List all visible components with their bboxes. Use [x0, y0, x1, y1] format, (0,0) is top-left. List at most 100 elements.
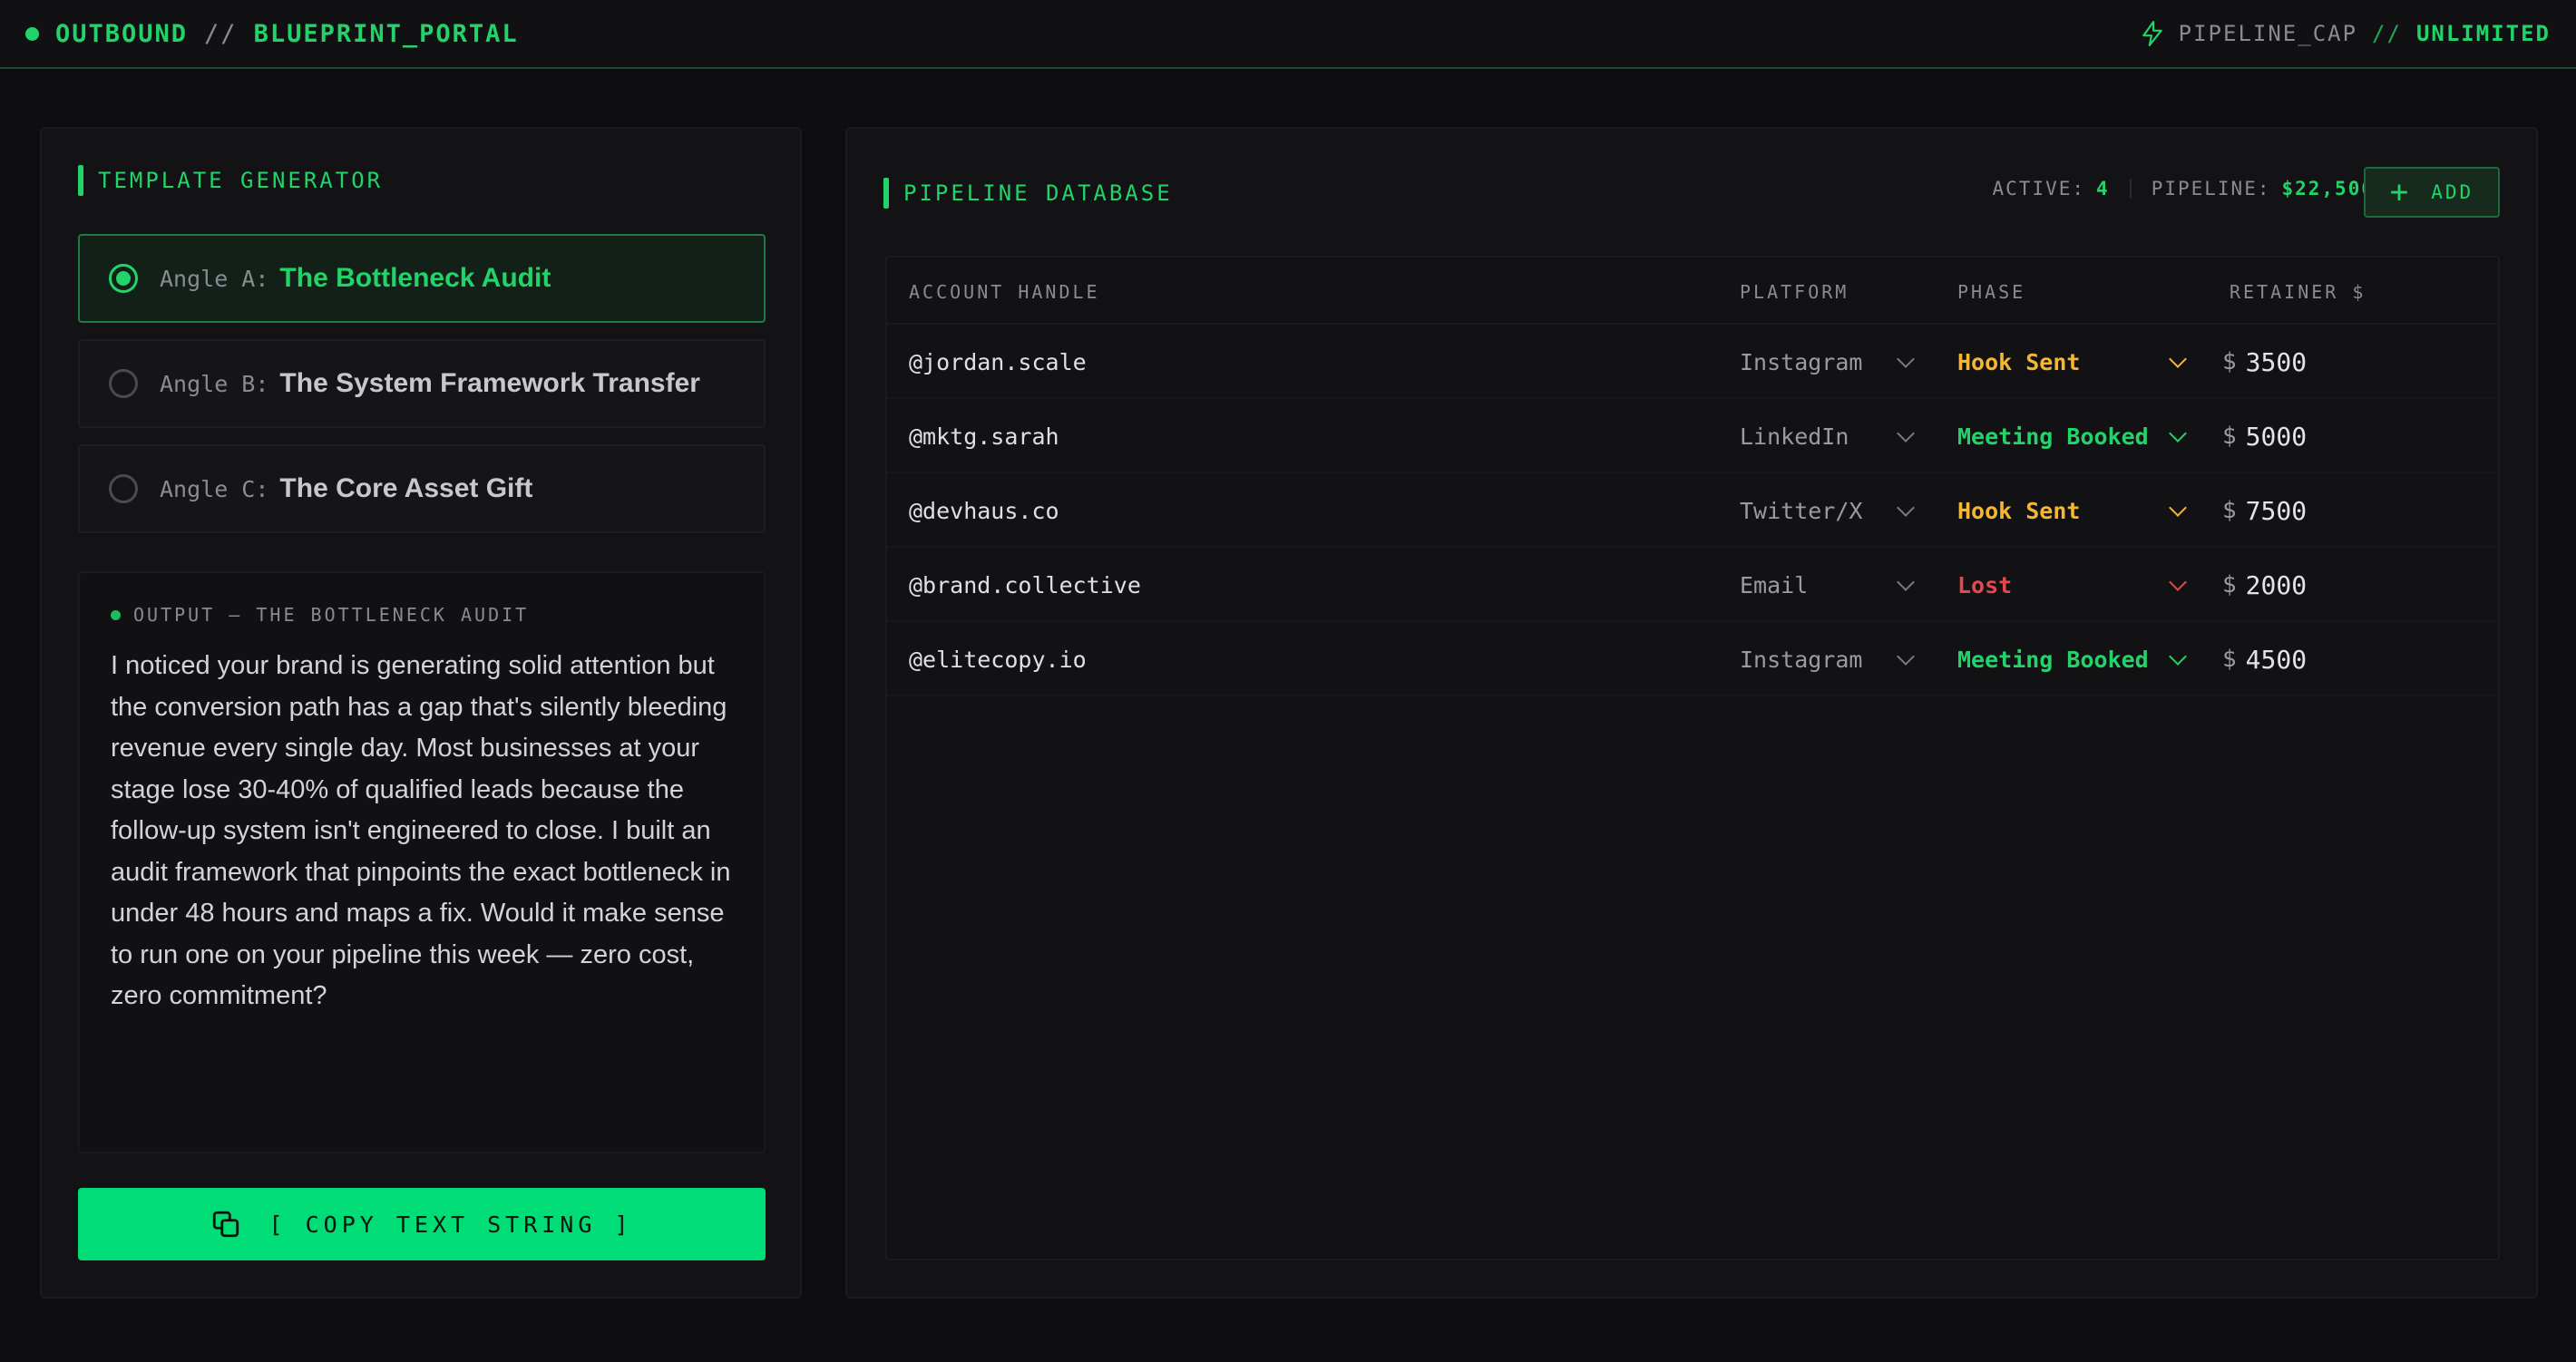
retainer-field[interactable]: $ 5000 [2222, 399, 2307, 473]
status-dot-icon [25, 26, 39, 41]
copy-text-button[interactable]: [ COPY TEXT STRING ] [78, 1188, 766, 1260]
table-row: @mktg.sarah LinkedIn Meeting Booked $ 50… [887, 399, 2498, 473]
retainer-field[interactable]: $ 7500 [2222, 473, 2307, 548]
table-header: ACCOUNT HANDLE PLATFORM PHASE RETAINER $ [887, 258, 2498, 325]
table-row: @jordan.scale Instagram Hook Sent $ 3500 [887, 325, 2498, 399]
currency-symbol: $ [2222, 423, 2237, 450]
brand-right: BLUEPRINT_PORTAL [253, 19, 519, 48]
angle-b-prefix: Angle B: [160, 370, 269, 397]
brand-separator: // [204, 19, 238, 48]
chevron-down-icon [1897, 647, 1915, 666]
platform-value: Instagram [1740, 348, 1863, 375]
platform-select[interactable]: Twitter/X [1740, 473, 1915, 548]
copy-text-button-label: [ COPY TEXT STRING ] [268, 1211, 633, 1238]
column-header-platform[interactable]: PLATFORM [1740, 281, 1849, 303]
retainer-value[interactable]: 2000 [2246, 570, 2307, 600]
angle-b-name: The System Framework Transfer [279, 368, 700, 398]
retainer-field[interactable]: $ 2000 [2222, 548, 2307, 622]
retainer-field[interactable]: $ 3500 [2222, 325, 2307, 399]
output-text[interactable]: I noticed your brand is generating solid… [111, 646, 733, 1017]
template-generator-panel: TEMPLATE GENERATOR Angle A: The Bottlene… [40, 127, 802, 1299]
account-handle[interactable]: @mktg.sarah [909, 399, 1059, 473]
angle-b-option[interactable]: Angle B: The System Framework Transfer [78, 339, 766, 428]
platform-select[interactable]: LinkedIn [1740, 399, 1915, 473]
output-status-dot-icon [111, 609, 121, 620]
angle-a-name: The Bottleneck Audit [279, 263, 551, 293]
output-header: OUTPUT — THE BOTTLENECK AUDIT [111, 604, 733, 626]
phase-value: Meeting Booked [1957, 423, 2149, 450]
pipeline-database-title-text: PIPELINE DATABASE [903, 180, 1173, 206]
template-generator-title: TEMPLATE GENERATOR [78, 165, 383, 196]
radio-unselected-icon[interactable] [109, 369, 138, 398]
pipeline-cap-label: PIPELINE_CAP [2178, 21, 2358, 46]
title-accent-bar [883, 178, 889, 209]
title-accent-bar [78, 165, 83, 196]
radio-selected-icon[interactable] [109, 264, 138, 293]
phase-select[interactable]: Hook Sent [1957, 325, 2187, 399]
column-header-phase[interactable]: PHASE [1957, 281, 2025, 303]
currency-symbol: $ [2222, 646, 2237, 673]
chevron-down-icon [1897, 573, 1915, 591]
active-count: 4 [2096, 178, 2110, 199]
retainer-value[interactable]: 5000 [2246, 422, 2307, 452]
platform-select[interactable]: Instagram [1740, 622, 1915, 696]
platform-value: LinkedIn [1740, 423, 1849, 450]
platform-select[interactable]: Email [1740, 548, 1915, 622]
phase-select[interactable]: Meeting Booked [1957, 399, 2187, 473]
column-header-account-handle[interactable]: ACCOUNT HANDLE [909, 281, 1100, 303]
add-button[interactable]: + ADD [2364, 167, 2500, 218]
chevron-down-icon [1897, 499, 1915, 517]
radio-unselected-icon[interactable] [109, 474, 138, 503]
retainer-field[interactable]: $ 4500 [2222, 622, 2307, 696]
account-handle[interactable]: @elitecopy.io [909, 622, 1087, 696]
chevron-down-icon [1897, 424, 1915, 443]
lightning-bolt-icon [2142, 21, 2162, 46]
phase-value: Hook Sent [1957, 497, 2081, 524]
chevron-down-icon [2169, 647, 2187, 666]
account-handle[interactable]: @devhaus.co [909, 473, 1059, 548]
phase-select[interactable]: Meeting Booked [1957, 622, 2187, 696]
phase-select[interactable]: Hook Sent [1957, 473, 2187, 548]
pipeline-database-title: PIPELINE DATABASE [883, 178, 1173, 209]
output-box[interactable]: OUTPUT — THE BOTTLENECK AUDIT I noticed … [78, 571, 766, 1153]
phase-value: Meeting Booked [1957, 646, 2149, 673]
top-bar: OUTBOUND // BLUEPRINT_PORTAL PIPELINE_CA… [0, 0, 2576, 69]
angle-a-option[interactable]: Angle A: The Bottleneck Audit [78, 234, 766, 323]
currency-symbol: $ [2222, 571, 2237, 598]
template-generator-title-text: TEMPLATE GENERATOR [98, 168, 384, 193]
account-handle[interactable]: @jordan.scale [909, 325, 1087, 399]
active-label: ACTIVE: [1992, 178, 2086, 199]
chevron-down-icon [2169, 424, 2187, 443]
platform-value: Twitter/X [1740, 497, 1863, 524]
pipeline-label: PIPELINE: [2151, 178, 2271, 199]
output-label: OUTPUT — THE BOTTLENECK AUDIT [133, 604, 530, 626]
column-header-retainer[interactable]: RETAINER $ [2230, 281, 2366, 303]
platform-select[interactable]: Instagram [1740, 325, 1915, 399]
retainer-value[interactable]: 7500 [2246, 496, 2307, 526]
currency-symbol: $ [2222, 497, 2237, 524]
chevron-down-icon [2169, 350, 2187, 368]
pipeline-table: ACCOUNT HANDLE PLATFORM PHASE RETAINER $… [885, 256, 2500, 1260]
platform-value: Email [1740, 571, 1809, 598]
account-handle[interactable]: @brand.collective [909, 548, 1141, 622]
table-row: @elitecopy.io Instagram Meeting Booked $… [887, 622, 2498, 696]
phase-value: Lost [1957, 571, 2013, 598]
angle-c-option[interactable]: Angle C: The Core Asset Gift [78, 444, 766, 533]
pipeline-stats: ACTIVE: 4 PIPELINE: $22,500 [1993, 178, 2375, 199]
retainer-value[interactable]: 4500 [2246, 645, 2307, 675]
plus-icon: + [2389, 174, 2412, 210]
brand: OUTBOUND // BLUEPRINT_PORTAL [25, 20, 519, 48]
currency-symbol: $ [2222, 348, 2237, 375]
copy-icon [213, 1211, 239, 1238]
pipeline-total: $22,500 [2281, 178, 2375, 199]
retainer-value[interactable]: 3500 [2246, 347, 2307, 377]
table-row: @devhaus.co Twitter/X Hook Sent $ 7500 [887, 473, 2498, 548]
stats-divider [2129, 179, 2132, 199]
table-row: @brand.collective Email Lost $ 2000 [887, 548, 2498, 622]
phase-value: Hook Sent [1957, 348, 2081, 375]
angle-c-name: The Core Asset Gift [279, 473, 533, 503]
chevron-down-icon [2169, 499, 2187, 517]
pipeline-cap-value: UNLIMITED [2415, 21, 2551, 46]
phase-select[interactable]: Lost [1957, 548, 2187, 622]
brand-left: OUTBOUND [55, 19, 189, 48]
